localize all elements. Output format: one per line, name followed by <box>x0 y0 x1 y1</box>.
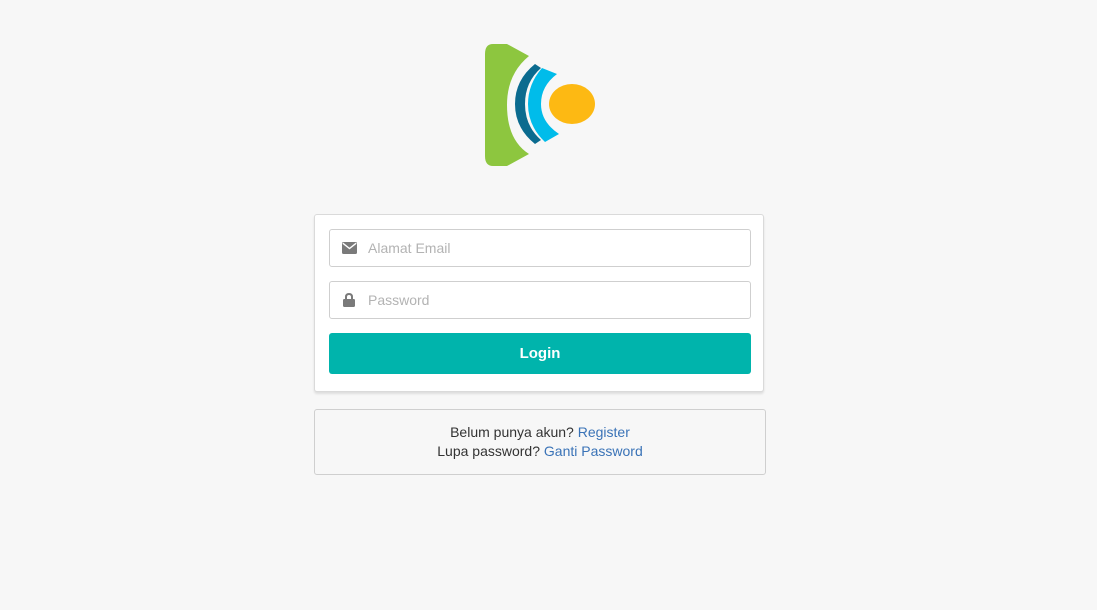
forgot-password-prompt: Lupa password? <box>437 443 541 459</box>
forgot-password-line: Lupa password? Ganti Password <box>437 442 642 461</box>
play-logo-icon <box>485 44 595 166</box>
change-password-link[interactable]: Ganti Password <box>544 443 643 459</box>
envelope-icon <box>330 230 368 266</box>
login-card: Login <box>314 214 764 392</box>
email-field[interactable] <box>329 229 751 267</box>
password-input[interactable] <box>368 283 750 317</box>
login-page: Login Belum punya akun? Register Lupa pa… <box>0 0 1097 610</box>
account-links-box: Belum punya akun? Register Lupa password… <box>314 409 766 475</box>
login-button[interactable]: Login <box>329 333 751 374</box>
logo-orange-circle <box>549 84 595 124</box>
register-link[interactable]: Register <box>578 424 630 440</box>
email-input[interactable] <box>368 231 750 265</box>
lock-icon <box>330 282 368 318</box>
register-prompt: Belum punya akun? <box>450 424 574 440</box>
register-line: Belum punya akun? Register <box>450 423 630 442</box>
password-field[interactable] <box>329 281 751 319</box>
